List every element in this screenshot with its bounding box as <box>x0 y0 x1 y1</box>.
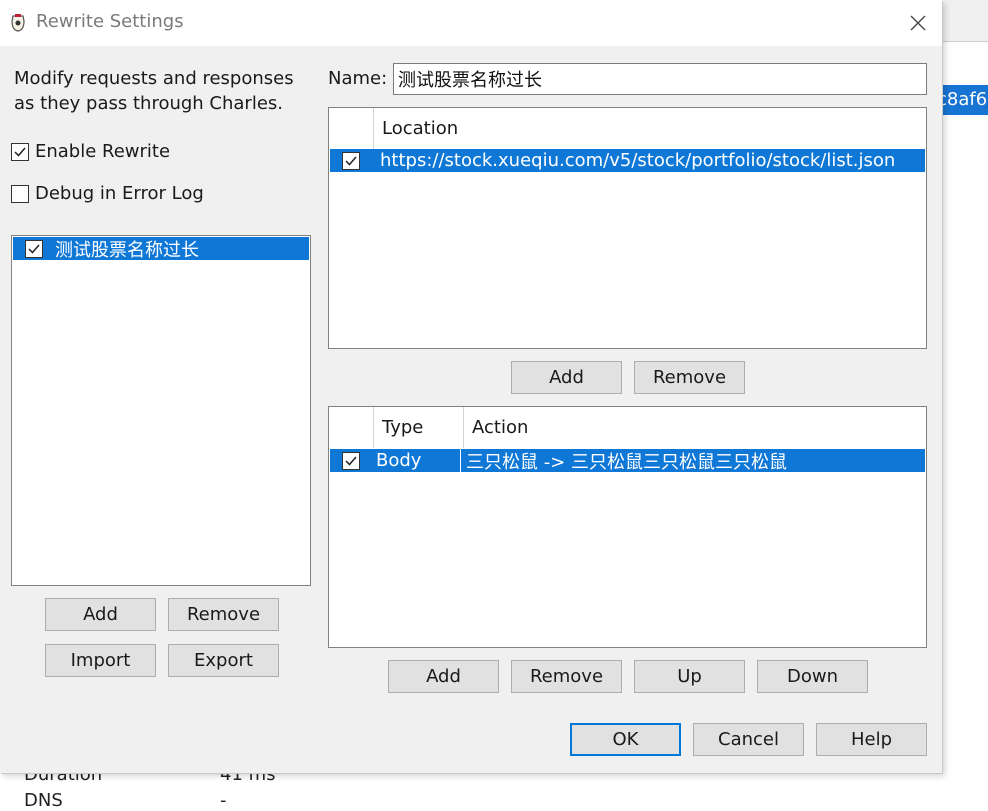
rewrite-settings-dialog: Rewrite Settings Modify requests and res… <box>0 0 942 773</box>
background-row-label: DNS <box>24 790 63 811</box>
background-row-value: - <box>220 790 227 811</box>
background-toolbar <box>943 0 988 42</box>
enable-rewrite-checkbox[interactable]: Enable Rewrite <box>11 141 170 162</box>
cancel-button[interactable]: Cancel <box>693 723 804 756</box>
type-column-header[interactable]: Type <box>382 417 423 438</box>
sets-add-button[interactable]: Add <box>45 598 156 631</box>
location-enabled-checkbox[interactable] <box>342 151 360 170</box>
list-item[interactable]: 测试股票名称过长 <box>13 237 309 261</box>
name-label: Name: <box>328 68 388 89</box>
rules-table-header: Type Action <box>329 407 926 448</box>
help-button[interactable]: Help <box>816 723 927 756</box>
checkmark-icon <box>345 156 357 166</box>
column-divider <box>463 407 464 448</box>
location-remove-button[interactable]: Remove <box>634 361 745 394</box>
location-table-header: Location <box>329 108 926 149</box>
rule-up-button[interactable]: Up <box>634 660 745 693</box>
table-row[interactable]: Body 三只松鼠 -> 三只松鼠三只松鼠三只松鼠 <box>330 449 925 473</box>
charles-app-icon <box>11 14 25 32</box>
set-enabled-checkbox[interactable] <box>25 239 43 258</box>
checkmark-icon <box>14 147 26 157</box>
rule-action: 三只松鼠 -> 三只松鼠三只松鼠三只松鼠 <box>466 451 788 473</box>
table-row[interactable]: https://stock.xueqiu.com/v5/stock/portfo… <box>330 149 925 172</box>
debug-error-log-checkbox[interactable]: Debug in Error Log <box>11 183 204 204</box>
checkmark-icon <box>345 456 357 466</box>
sets-import-button[interactable]: Import <box>45 644 156 677</box>
name-field[interactable] <box>393 63 927 95</box>
column-divider <box>373 407 374 448</box>
location-url: https://stock.xueqiu.com/v5/stock/portfo… <box>380 150 896 171</box>
close-icon[interactable] <box>907 12 929 34</box>
rules-table[interactable]: Type Action Body 三只松鼠 -> 三只松鼠三只松鼠三只松鼠 <box>328 406 927 648</box>
ok-button[interactable]: OK <box>570 723 681 756</box>
rewrite-sets-list[interactable]: 测试股票名称过长 <box>11 235 311 586</box>
background-selected-row: c8af6 <box>943 85 988 115</box>
set-name: 测试股票名称过长 <box>55 239 199 261</box>
title-bar[interactable]: Rewrite Settings <box>0 0 942 46</box>
rule-down-button[interactable]: Down <box>757 660 868 693</box>
rule-add-button[interactable]: Add <box>388 660 499 693</box>
location-add-button[interactable]: Add <box>511 361 622 394</box>
column-divider <box>373 108 374 149</box>
debug-error-log-label: Debug in Error Log <box>35 183 204 204</box>
checkmark-icon <box>28 244 40 254</box>
checkbox-box[interactable] <box>11 184 29 203</box>
dialog-description: Modify requests and responses as they pa… <box>14 68 294 114</box>
sets-export-button[interactable]: Export <box>168 644 279 677</box>
background-dns-row: DNS - <box>24 790 227 811</box>
sets-remove-button[interactable]: Remove <box>168 598 279 631</box>
location-column-header[interactable]: Location <box>382 118 458 139</box>
dialog-title: Rewrite Settings <box>36 11 184 32</box>
rule-enabled-checkbox[interactable] <box>342 451 360 470</box>
enable-rewrite-label: Enable Rewrite <box>35 141 171 162</box>
location-table[interactable]: Location https://stock.xueqiu.com/v5/sto… <box>328 107 927 349</box>
action-column-header[interactable]: Action <box>472 417 528 438</box>
rule-remove-button[interactable]: Remove <box>511 660 622 693</box>
checkbox-box[interactable] <box>11 142 29 161</box>
rule-type: Body <box>376 449 461 472</box>
